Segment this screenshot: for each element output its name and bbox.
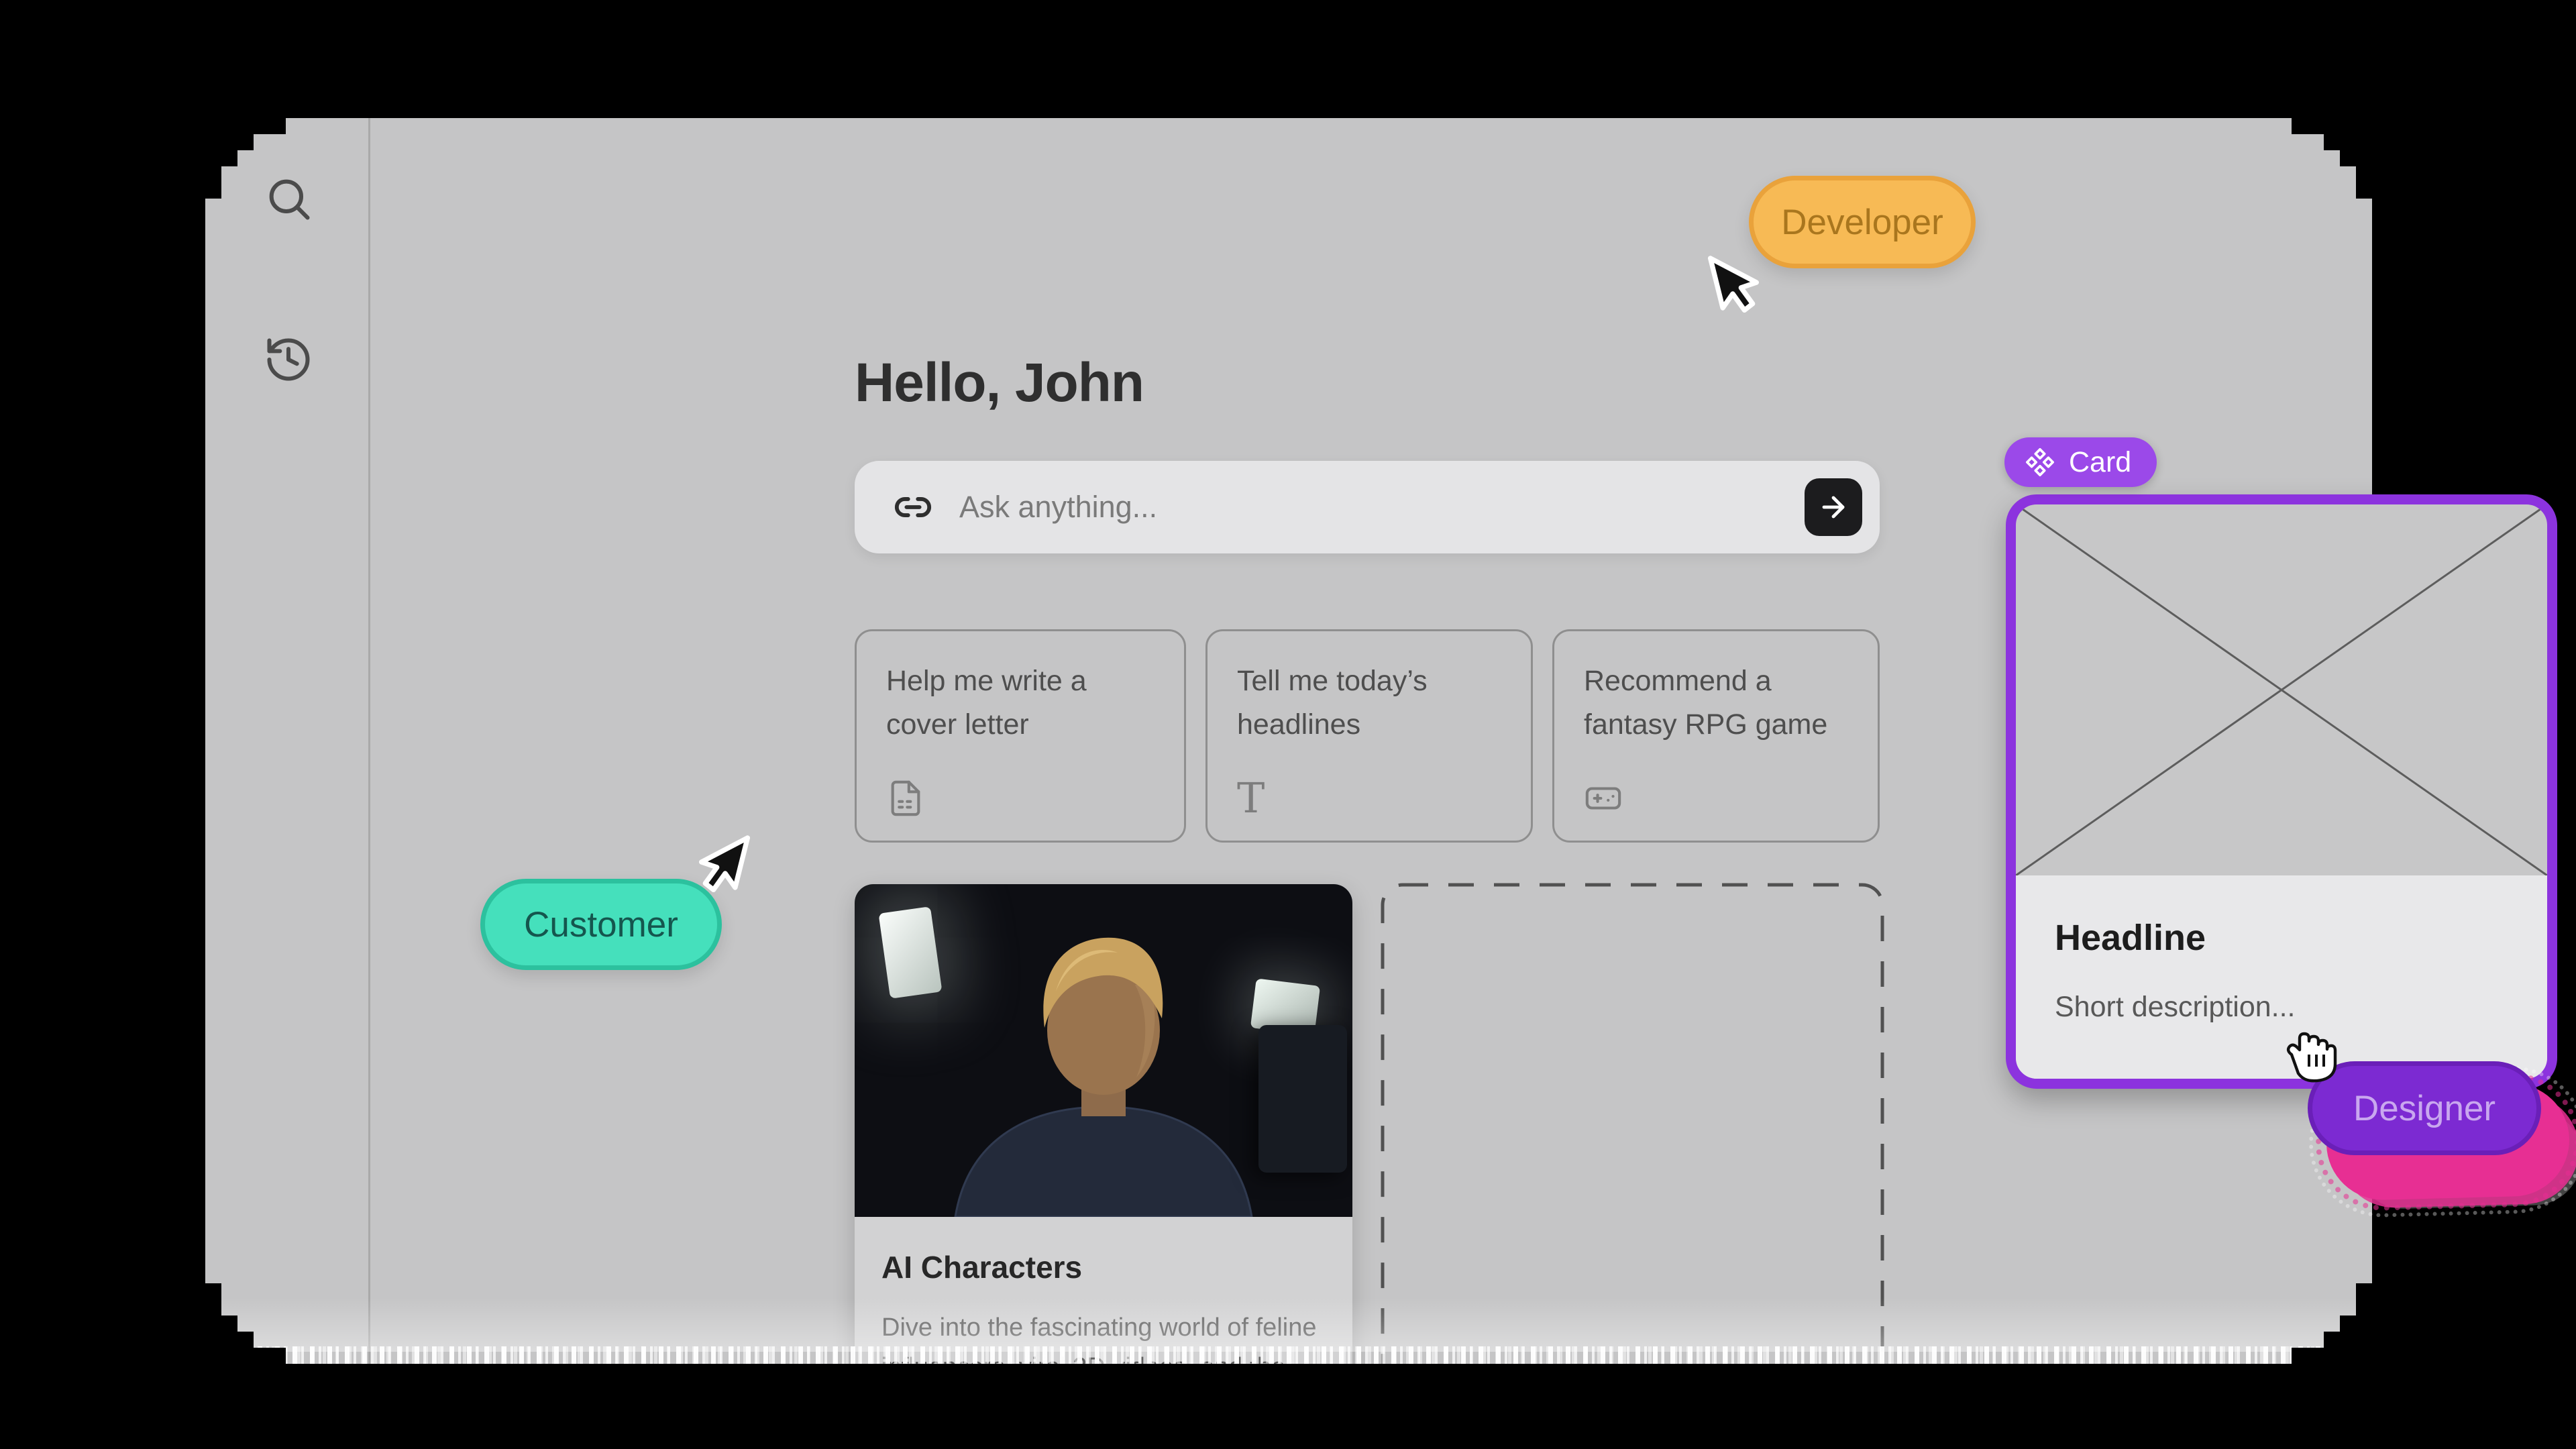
component-card-description: Short description... (2055, 991, 2508, 1024)
camera-silhouette (1258, 1025, 1347, 1173)
content-card-title: AI Characters (881, 1249, 1326, 1285)
submit-button[interactable] (1805, 478, 1862, 536)
canvas: { "greeting": "Hello, John", "ask_bar": … (0, 0, 2576, 1449)
ask-bar (855, 461, 1880, 553)
presence-label: Developer (1781, 202, 1943, 243)
document-icon (886, 779, 925, 818)
history-icon[interactable] (263, 334, 314, 385)
suggestion-card-cover-letter[interactable]: Help me write a cover letter (855, 629, 1186, 843)
component-icon (2025, 447, 2055, 478)
ask-input[interactable] (958, 489, 1805, 525)
sidebar (205, 118, 370, 1364)
component-card[interactable]: Headline Short description... (2006, 494, 2557, 1089)
presence-pill-designer: Designer (2308, 1061, 2541, 1155)
content-card-body: AI Characters Dive into the fascinating … (855, 1217, 1352, 1364)
presence-label: Customer (524, 904, 678, 945)
presence-pill-developer: Developer (1749, 176, 1976, 268)
suggestion-label: Tell me today’s headlines (1237, 659, 1501, 746)
window-corner (2292, 118, 2372, 199)
arrow-right-icon (1817, 491, 1849, 523)
grab-hand-cursor-icon (2278, 1025, 2343, 1085)
search-icon[interactable] (263, 173, 314, 224)
presence-pill-customer: Customer (480, 879, 722, 970)
suggestion-label: Help me write a cover letter (886, 659, 1155, 746)
window-corner (2292, 1283, 2372, 1364)
presence-label: Designer (2353, 1088, 2496, 1129)
component-card-headline: Headline (2055, 917, 2508, 959)
drop-placeholder[interactable] (1381, 883, 1884, 1364)
component-badge[interactable]: Card (2004, 437, 2157, 487)
link-icon (894, 488, 932, 527)
content-card-description: Dive into the fascinating world of felin… (881, 1308, 1326, 1364)
content-card-ai-characters[interactable]: AI Characters Dive into the fascinating … (855, 884, 1352, 1364)
suggestion-card-headlines[interactable]: Tell me today’s headlines T (1205, 629, 1533, 843)
page-title: Hello, John (855, 352, 1144, 415)
gamepad-icon (1584, 779, 1623, 818)
image-placeholder (2016, 504, 2547, 875)
component-badge-label: Card (2069, 446, 2131, 479)
type-icon: T (1237, 779, 1276, 818)
suggestion-label: Recommend a fantasy RPG game (1584, 659, 1848, 746)
suggestion-card-rpg[interactable]: Recommend a fantasy RPG game (1552, 629, 1880, 843)
content-card-image (855, 884, 1352, 1217)
